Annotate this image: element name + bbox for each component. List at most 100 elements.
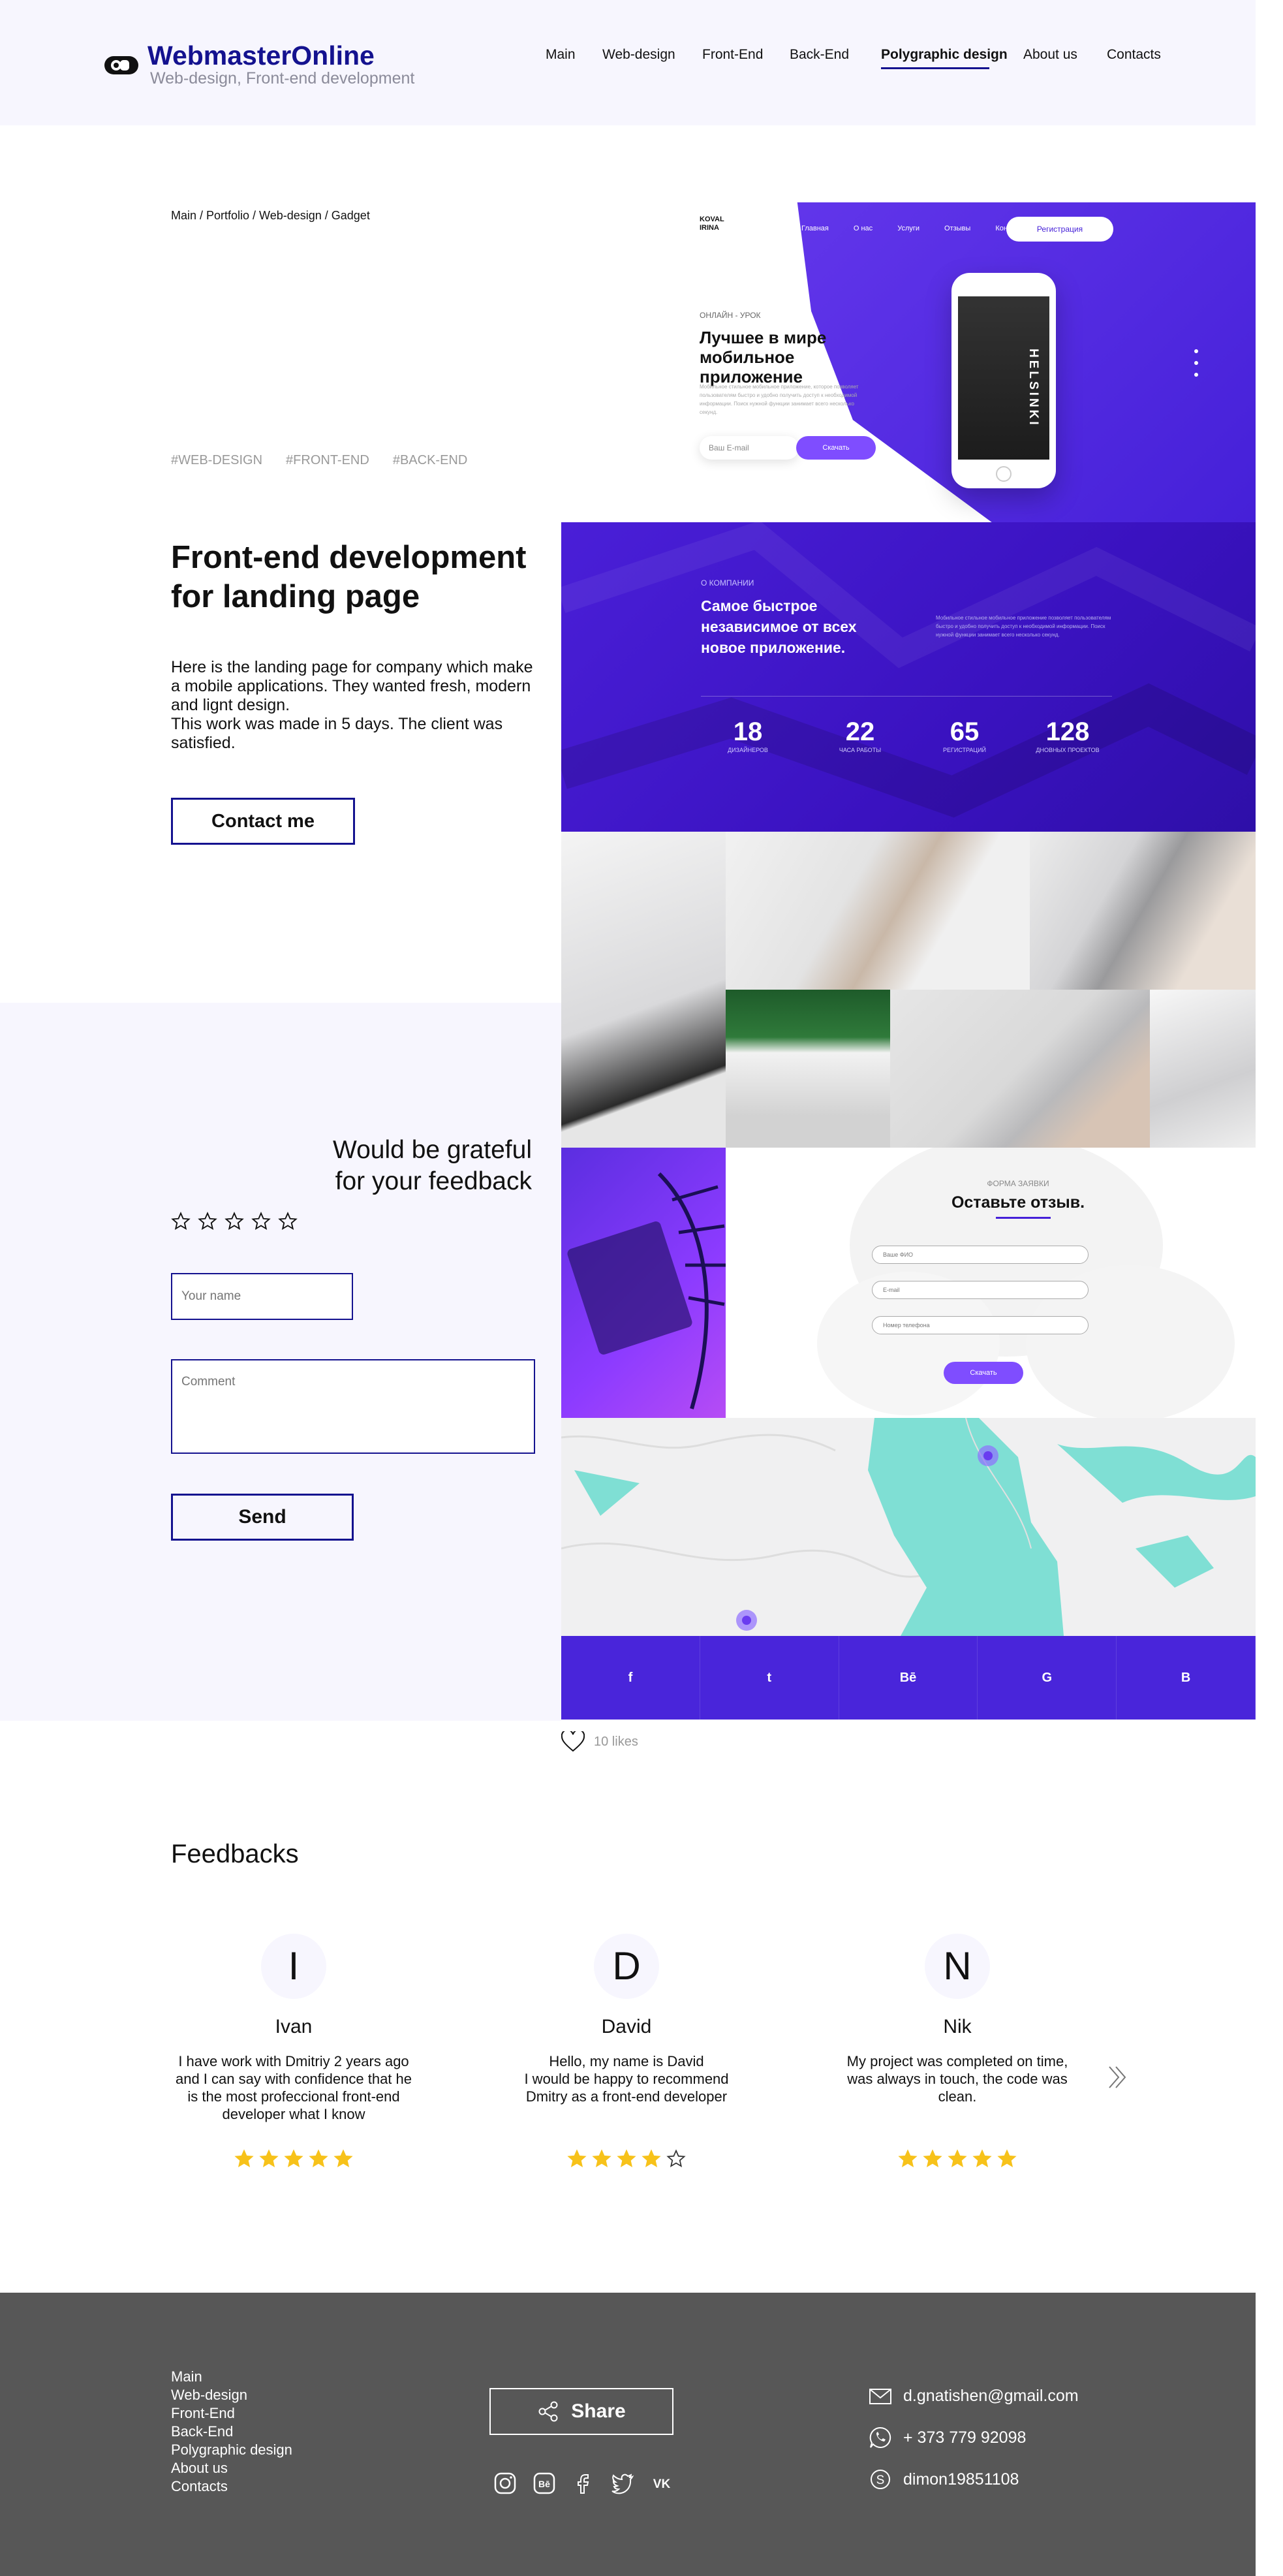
feedback-card: D David Hello, my name is David I would … <box>506 1934 747 2167</box>
star-filled-icon <box>333 2149 353 2167</box>
tag-web-design[interactable]: #WEB-DESIGN <box>171 453 262 467</box>
stat-number: 128 <box>1045 717 1090 746</box>
google-icon: G <box>978 1636 1117 1720</box>
footer-link-main[interactable]: Main <box>171 2368 292 2386</box>
star-rate-3-icon[interactable] <box>224 1212 244 1231</box>
nav-contacts[interactable]: Contacts <box>1107 47 1161 63</box>
nav-about-us[interactable]: About us <box>1023 47 1077 63</box>
star-filled-icon <box>234 2149 254 2167</box>
footer-link-about-us[interactable]: About us <box>171 2459 292 2477</box>
star-rate-4-icon[interactable] <box>251 1212 271 1231</box>
photo-headphones <box>1150 990 1256 1148</box>
footer-link-contacts[interactable]: Contacts <box>171 2477 292 2496</box>
name-input[interactable] <box>171 1273 353 1320</box>
nav-front-end[interactable]: Front-End <box>702 47 763 63</box>
preview-form-title: Оставьте отзыв. <box>951 1193 1085 1212</box>
contact-skype-text: dimon19851108 <box>903 2470 1019 2489</box>
contact-me-button[interactable]: Contact me <box>171 798 355 845</box>
nav-web-design[interactable]: Web-design <box>602 47 675 63</box>
star-filled-icon <box>284 2149 303 2167</box>
contact-phone[interactable]: + 373 779 92098 <box>868 2425 1079 2451</box>
photo-hands-phone <box>726 832 1030 990</box>
preview-about-text: Мобильное стильное мобильное приложение … <box>936 615 1111 638</box>
vk-icon[interactable]: VK <box>649 2470 675 2496</box>
star-filled-icon <box>567 2149 587 2167</box>
comment-input[interactable] <box>171 1359 535 1454</box>
stat-label: ЧАСА РАБОТЫ <box>839 747 882 753</box>
facebook-icon: f <box>561 1636 700 1720</box>
leaf-decoration-icon <box>567 1172 726 1409</box>
instagram-icon[interactable] <box>492 2470 518 2496</box>
review-stars <box>837 2149 1078 2169</box>
nav-active-underline <box>881 67 989 69</box>
preview-field-phone: Номер телефона <box>872 1316 1089 1334</box>
nav-main[interactable]: Main <box>546 47 576 63</box>
brand-subtitle: Web-design, Front-end development <box>150 69 415 87</box>
project-description: Here is the landing page for company whi… <box>171 658 533 752</box>
svg-text:S: S <box>876 2474 885 2487</box>
review-stars <box>173 2149 414 2169</box>
preview-stat: 22 ЧАСА РАБОТЫ <box>814 717 906 753</box>
stat-label: РЕГИСТРАЦИЙ <box>942 747 987 753</box>
footer-links: Main Web-design Front-End Back-End Polyg… <box>171 2368 292 2496</box>
star-rate-2-icon[interactable] <box>198 1212 217 1231</box>
avatar: N <box>925 1934 990 1999</box>
stat-number: 18 <box>733 717 763 746</box>
contact-skype[interactable]: S dimon19851108 <box>868 2466 1079 2492</box>
map-graphic <box>561 1418 1256 1636</box>
likes: 10 likes <box>561 1731 638 1752</box>
stat-label: ДИЗАЙНЕРОВ <box>728 747 768 753</box>
footer-link-front-end[interactable]: Front-End <box>171 2404 292 2423</box>
contact-email[interactable]: d.gnatishen@gmail.com <box>868 2383 1079 2409</box>
share-icon <box>538 2401 558 2422</box>
star-filled-icon <box>898 2149 918 2167</box>
preview-phone-mockup: HELSINKI <box>951 273 1056 488</box>
project-tags: #WEB-DESIGN #FRONT-END #BACK-END <box>171 453 491 468</box>
preview-slider-dots-icon <box>1194 349 1198 377</box>
double-chevron-right-icon[interactable] <box>1105 2064 1132 2090</box>
twitter-icon: t <box>700 1636 839 1720</box>
heart-icon[interactable] <box>561 1731 585 1752</box>
footer-link-web-design[interactable]: Web-design <box>171 2386 292 2404</box>
preview-phone-text: HELSINKI <box>1027 349 1040 428</box>
tag-front-end[interactable]: #FRONT-END <box>286 453 369 467</box>
preview-download-button: Скачать <box>796 436 876 460</box>
preview-photo-grid <box>561 832 1256 1148</box>
preview-request-form: ФОРМА ЗАЯВКИ Оставьте отзыв. Ваше ФИО E-… <box>561 1148 1256 1418</box>
tag-back-end[interactable]: #BACK-END <box>393 453 467 467</box>
preview-nav-item: Услуги <box>897 225 920 232</box>
preview-field-email: E-mail <box>872 1281 1089 1299</box>
nav-back-end[interactable]: Back-End <box>790 47 849 63</box>
nav-polygraphic-design[interactable]: Polygraphic design <box>881 47 1008 63</box>
brand-title[interactable]: WebmasterOnline <box>147 40 375 71</box>
star-empty-icon <box>666 2149 686 2167</box>
review-text: Hello, my name is David I would be happy… <box>524 2053 729 2105</box>
preview-stat: 65 РЕГИСТРАЦИЙ <box>919 717 1010 753</box>
share-button[interactable]: Share <box>489 2388 673 2435</box>
footer-link-back-end[interactable]: Back-End <box>171 2423 292 2441</box>
star-rate-1-icon[interactable] <box>171 1212 191 1231</box>
footer-link-polygraphic-design[interactable]: Polygraphic design <box>171 2441 292 2459</box>
preview-about-texture <box>561 522 1256 818</box>
breadcrumb[interactable]: Main / Portfolio / Web-design / Gadget <box>171 209 370 223</box>
star-filled-icon <box>259 2149 279 2167</box>
logo-icon[interactable] <box>103 54 140 77</box>
phone-home-button-icon <box>996 466 1012 482</box>
star-rate-5-icon[interactable] <box>278 1212 298 1231</box>
feedback-card: I Ivan I have work with Dmitriy 2 years … <box>173 1934 414 2167</box>
feedback-card: N Nik My project was completed on time, … <box>837 1934 1078 2167</box>
preview-headline: Лучшее в мире мобильное приложение <box>700 328 827 386</box>
preview-about-kicker: О КОМПАНИИ <box>701 578 754 588</box>
contact-email-text: d.gnatishen@gmail.com <box>903 2386 1079 2405</box>
stat-number: 22 <box>845 717 875 746</box>
star-filled-icon <box>309 2149 328 2167</box>
preview-logo: KOVAL IRINA <box>700 215 724 232</box>
review-stars <box>506 2149 747 2169</box>
landing-preview: KOVAL IRINA ГлавнаяО насУслугиОтзывыКонт… <box>561 202 1256 1720</box>
behance-icon[interactable]: Bē <box>531 2470 557 2496</box>
preview-form-image <box>561 1148 726 1418</box>
send-button[interactable]: Send <box>171 1494 354 1541</box>
facebook-icon[interactable] <box>570 2470 596 2496</box>
feedbacks-title: Feedbacks <box>171 1840 299 1868</box>
twitter-icon[interactable] <box>610 2470 636 2496</box>
